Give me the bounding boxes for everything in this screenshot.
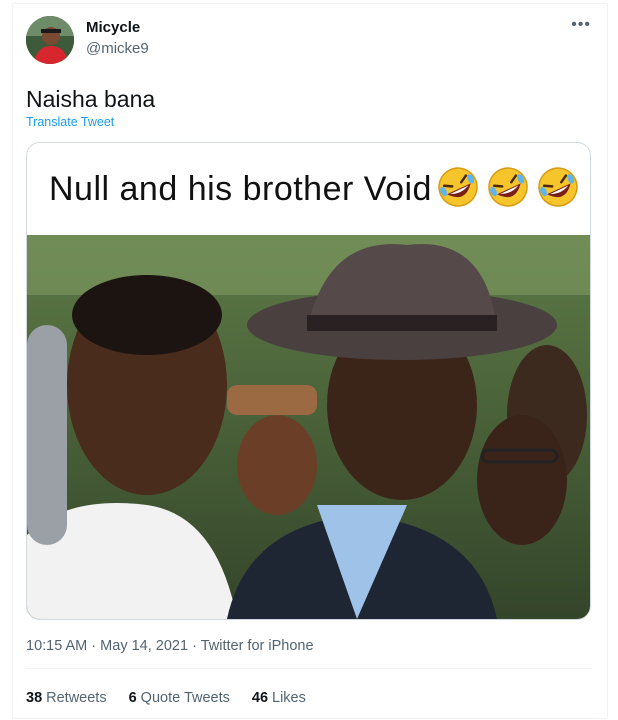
retweets-stat[interactable]: 38 Retweets [26,690,107,706]
quote-tweets-count: 6 [128,690,137,706]
laughing-emoji-icon [438,167,478,207]
likes-label: Likes [272,690,306,706]
tweet-metadata: 10:15 AM · May 14, 2021 · Twitter for iP… [26,638,314,654]
quote-tweets-label: Quote Tweets [140,690,230,706]
meta-separator: · [192,638,197,654]
translate-tweet-link[interactable]: Translate Tweet [26,115,114,129]
tweet-media[interactable]: Null and his brother Void [26,142,591,620]
tweet-card: Micycle @micke9 ••• Naisha bana Translat… [12,3,608,719]
quote-tweets-stat[interactable]: 6 Quote Tweets [129,690,230,706]
tweet-text: Naisha bana [26,86,156,112]
likes-count: 46 [251,690,269,706]
meme-caption: Null and his brother Void [49,169,432,208]
avatar[interactable] [26,16,74,64]
emoji-row [436,165,580,209]
user-handle[interactable]: @micke9 [86,40,149,57]
meme-caption-strip: Null and his brother Void [27,143,590,235]
tweet-date[interactable]: May 14, 2021 [100,638,188,654]
divider [26,668,592,669]
retweets-label: Retweets [46,690,107,706]
retweets-count: 38 [26,690,43,706]
meta-separator: · [91,638,97,654]
tweet-time[interactable]: 10:15 AM [26,638,87,654]
tweet-source[interactable]: Twitter for iPhone [201,638,314,654]
laughing-emoji-icon [538,167,578,207]
engagement-stats: 38 Retweets 6 Quote Tweets 46 Likes [26,690,306,706]
laughing-emoji-icon [488,167,528,207]
display-name[interactable]: Micycle [86,19,140,36]
likes-stat[interactable]: 46 Likes [252,690,306,706]
more-options-icon[interactable]: ••• [571,16,591,34]
meme-photo [27,235,590,619]
